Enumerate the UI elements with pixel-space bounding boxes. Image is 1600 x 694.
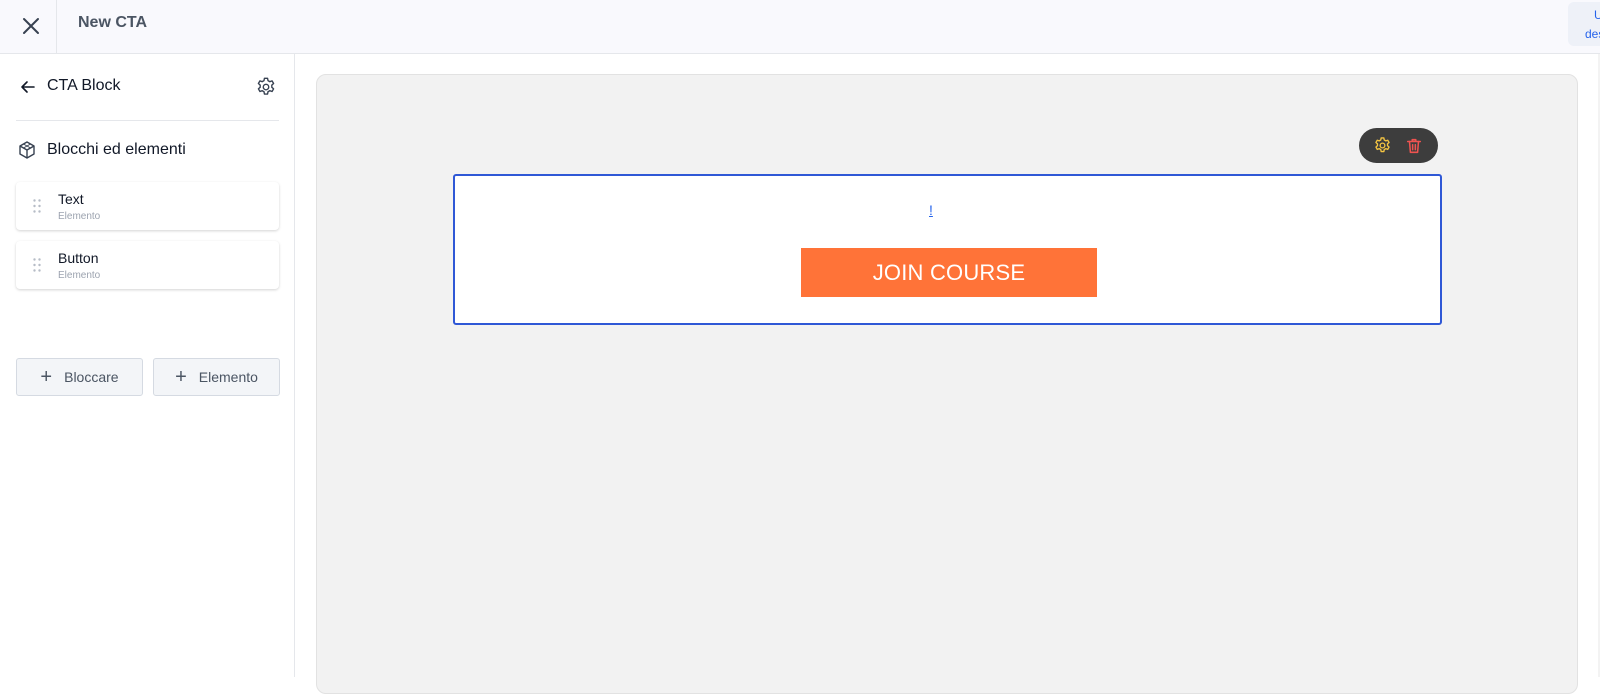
top-right-button-line1: U bbox=[1594, 8, 1600, 22]
top-right-button[interactable]: U des bbox=[1568, 2, 1600, 46]
back-button[interactable] bbox=[18, 77, 38, 97]
top-right-button-line2: des bbox=[1585, 27, 1600, 41]
topbar-divider bbox=[56, 0, 57, 53]
add-block-button[interactable]: + Bloccare bbox=[16, 358, 143, 396]
arrow-left-icon bbox=[21, 81, 35, 93]
drag-handle-icon[interactable] bbox=[32, 198, 42, 214]
gear-icon bbox=[257, 77, 275, 95]
cta-join-button[interactable]: JOIN COURSE bbox=[801, 248, 1097, 297]
add-element-button[interactable]: + Elemento bbox=[153, 358, 280, 396]
element-name: Text bbox=[58, 191, 84, 207]
add-block-label: Bloccare bbox=[64, 369, 119, 385]
plus-icon: + bbox=[40, 366, 53, 388]
sidebar-divider bbox=[16, 120, 279, 121]
drag-handle-icon[interactable] bbox=[32, 257, 42, 273]
page-title: New CTA bbox=[78, 14, 148, 31]
block-toolbar bbox=[1359, 128, 1438, 163]
section-title: Blocchi ed elementi bbox=[47, 141, 186, 158]
top-bar: New CTA U des bbox=[0, 0, 1600, 54]
element-name: Button bbox=[58, 250, 99, 266]
block-title: CTA Block bbox=[47, 77, 121, 94]
element-item-text[interactable]: Text Elemento bbox=[16, 182, 279, 230]
element-type: Elemento bbox=[58, 270, 101, 281]
cta-text-link[interactable]: ! bbox=[929, 202, 933, 218]
block-delete-tool[interactable] bbox=[1403, 135, 1425, 157]
gear-icon bbox=[1375, 137, 1390, 153]
block-settings-button[interactable] bbox=[253, 74, 279, 100]
sidebar: CTA Block Blocchi ed elementi Text Eleme… bbox=[0, 54, 295, 677]
cube-icon bbox=[19, 141, 35, 159]
close-icon bbox=[23, 18, 39, 34]
editor-canvas[interactable] bbox=[316, 74, 1578, 694]
plus-icon: + bbox=[175, 366, 187, 388]
trash-icon bbox=[1407, 138, 1422, 153]
block-settings-tool[interactable] bbox=[1372, 135, 1394, 157]
add-element-label: Elemento bbox=[198, 369, 258, 385]
element-type: Elemento bbox=[58, 211, 101, 222]
close-button[interactable] bbox=[14, 9, 48, 43]
cta-block[interactable]: ! JOIN COURSE bbox=[453, 174, 1442, 325]
element-item-button[interactable]: Button Elemento bbox=[16, 241, 279, 289]
